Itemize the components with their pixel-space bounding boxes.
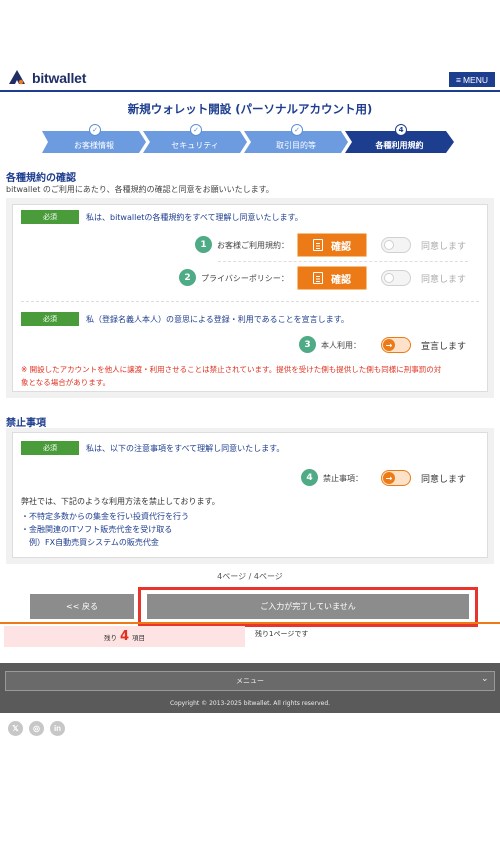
- prohibited-toggle-label: 同意します: [421, 475, 467, 485]
- step-number: 4: [395, 124, 407, 136]
- prohibited-agreement-statement: 私は、以下の注意事項をすべて理解し同意いたします。: [86, 444, 285, 453]
- arrow-right-icon: →: [383, 472, 395, 484]
- prohibited-item: 例）FX自動売買システムの販売代金: [21, 538, 159, 547]
- terms-of-use-toggle[interactable]: [381, 237, 411, 253]
- document-icon: [313, 272, 323, 284]
- footer-menu-select[interactable]: メニュー: [5, 671, 495, 691]
- logo-text: bitwallet: [32, 70, 87, 86]
- self-use-statement: 私（登録名義人本人）の意思による登録・利用であることを宣言します。: [86, 315, 349, 324]
- social-links: 𝕏 ◎ in: [8, 721, 65, 736]
- bitwallet-logo-icon: [8, 69, 26, 87]
- transfer-warning-line1: ※ 開設したアカウントを他人に譲渡・利用させることは禁止されています。提供を受け…: [21, 365, 442, 374]
- linkedin-icon[interactable]: in: [50, 721, 65, 736]
- step-security: ✓ セキュリティ: [143, 124, 247, 153]
- terms-agreement-statement: 私は、bitwalletの各種規約をすべて理解し同意いたします。: [86, 213, 303, 222]
- prohibited-heading: 禁止事項: [6, 418, 46, 429]
- terms-of-use-confirm-button[interactable]: 確認: [297, 233, 367, 257]
- terms-of-use-label: お客様ご利用規約：: [217, 241, 289, 250]
- step-number-badge: 3: [299, 336, 316, 353]
- step-trade-purpose: ✓ 取引目的等: [244, 124, 348, 153]
- prohibited-item: ・不特定多数からの集金を行い投資代行を行う: [21, 512, 189, 521]
- remaining-prefix: 残り: [103, 633, 117, 642]
- x-icon[interactable]: 𝕏: [8, 721, 23, 736]
- required-badge: 必須: [21, 312, 79, 326]
- copyright-text: Copyright © 2013-2025 bitwallet. All rig…: [169, 700, 331, 707]
- document-icon: [313, 239, 323, 251]
- terms-of-use-toggle-label: 同意します: [421, 242, 467, 252]
- confirm-label: 確認: [331, 274, 351, 286]
- terms-heading: 各種規約の確認: [6, 173, 76, 184]
- privacy-policy-label: プライバシーポリシー：: [201, 274, 289, 283]
- step-progress: ✓ お客様情報 ✓ セキュリティ ✓ 取引目的等 4 各種利用規約: [42, 124, 454, 153]
- step-label: 各種利用規約: [375, 141, 424, 150]
- prohibited-label: 禁止事項：: [323, 474, 363, 483]
- remaining-items-box: 残り 4 項目: [4, 626, 245, 647]
- step-number-badge: 1: [195, 236, 212, 253]
- step-number-badge: 2: [179, 269, 196, 286]
- prohibited-panel: 必須 私は、以下の注意事項をすべて理解し同意いたします。 4 禁止事項： → 同…: [6, 428, 494, 564]
- page-indicator: 4ページ / 4ページ: [217, 572, 283, 581]
- self-use-label: 本人利用：: [321, 341, 361, 350]
- check-icon: ✓: [190, 124, 202, 136]
- self-use-toggle-label: 宣言します: [421, 342, 467, 352]
- check-icon: ✓: [291, 124, 303, 136]
- prohibited-item: ・金融関連のITソフト販売代金を受け取る: [21, 525, 173, 534]
- step-label: 取引目的等: [276, 141, 316, 150]
- privacy-policy-toggle-label: 同意します: [421, 275, 467, 285]
- menu-button[interactable]: ≡ MENU: [449, 72, 495, 87]
- prohibited-toggle[interactable]: →: [381, 470, 411, 486]
- required-badge: 必須: [21, 441, 79, 455]
- prohibited-notice: 弊社では、下記のような利用方法を禁止しております。: [21, 497, 220, 506]
- prohibited-box: 必須 私は、以下の注意事項をすべて理解し同意いたします。 4 禁止事項： → 同…: [12, 432, 488, 558]
- submit-button[interactable]: ご入力が完了していません: [147, 594, 469, 619]
- instagram-icon[interactable]: ◎: [29, 721, 44, 736]
- progress-divider: [0, 622, 500, 624]
- required-badge: 必須: [21, 210, 79, 224]
- privacy-policy-confirm-button[interactable]: 確認: [297, 266, 367, 290]
- confirm-label: 確認: [331, 241, 351, 253]
- chevron-down-icon: ⌄: [481, 674, 489, 684]
- step-label: お客様情報: [74, 141, 114, 150]
- terms-subtitle: bitwallet のご利用にあたり、各種規約の確認と同意をお願いいたします。: [6, 185, 274, 194]
- bitwallet-logo[interactable]: bitwallet: [8, 69, 86, 87]
- terms-panel: 必須 私は、bitwalletの各種規約をすべて理解し同意いたします。 1 お客…: [6, 198, 494, 398]
- step-terms: 4 各種利用規約: [345, 124, 454, 153]
- page-title: 新規ウォレット開設 (パーソナルアカウント用): [127, 102, 373, 116]
- terms-box: 必須 私は、bitwalletの各種規約をすべて理解し同意いたします。 1 お客…: [12, 204, 488, 392]
- back-button[interactable]: << 戻る: [30, 594, 134, 619]
- hamburger-icon: ≡: [456, 74, 461, 85]
- menu-button-label: MENU: [462, 74, 488, 85]
- remaining-count: 4: [119, 629, 130, 644]
- step-label: セキュリティ: [171, 141, 219, 150]
- remaining-pages-text: 残り1ページです: [255, 630, 309, 638]
- remaining-suffix: 項目: [132, 633, 146, 642]
- privacy-policy-toggle[interactable]: [381, 270, 411, 286]
- step-customer-info: ✓ お客様情報: [42, 124, 146, 153]
- arrow-right-icon: →: [383, 339, 395, 351]
- transfer-warning-line2: 象となる場合があります。: [21, 378, 111, 387]
- check-icon: ✓: [89, 124, 101, 136]
- step-number-badge: 4: [301, 469, 318, 486]
- self-use-toggle[interactable]: →: [381, 337, 411, 353]
